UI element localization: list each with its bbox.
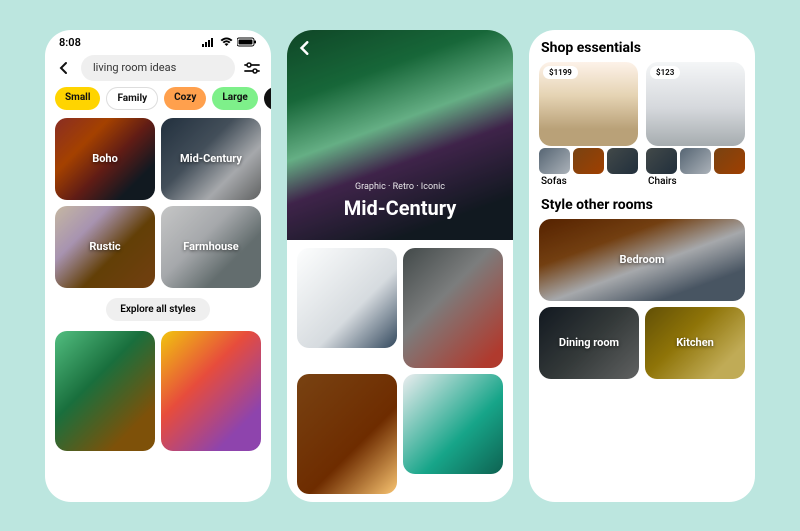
pin[interactable] bbox=[403, 374, 503, 474]
style-grid: Boho Mid-Century Rustic Farmhouse bbox=[45, 118, 271, 288]
search-input[interactable]: living room ideas bbox=[81, 55, 235, 81]
shop-thumbs bbox=[539, 148, 638, 174]
filter-chip-small[interactable]: Small bbox=[55, 87, 100, 110]
filter-button[interactable] bbox=[243, 61, 261, 75]
room-label: Kitchen bbox=[676, 336, 714, 349]
back-button[interactable] bbox=[297, 40, 313, 60]
rooms-grid: Bedroom Dining room Kitchen bbox=[529, 219, 755, 389]
shop-essentials-title: Shop essentials bbox=[529, 30, 755, 62]
chevron-left-icon bbox=[297, 40, 313, 56]
price-tag: $1199 bbox=[543, 66, 578, 79]
hero-image: Graphic · Retro · Iconic Mid-Century bbox=[287, 30, 513, 240]
style-tile-label: Mid-Century bbox=[180, 152, 242, 165]
feed-pin[interactable] bbox=[161, 331, 261, 451]
hero-text: Graphic · Retro · Iconic Mid-Century bbox=[298, 182, 501, 220]
wifi-icon bbox=[220, 37, 233, 47]
shop-item-chairs[interactable]: $123 Chairs bbox=[646, 62, 745, 187]
chevron-left-icon bbox=[57, 61, 71, 75]
style-tile-boho[interactable]: Boho bbox=[55, 118, 155, 200]
pin[interactable] bbox=[297, 374, 397, 494]
shop-thumb bbox=[714, 148, 745, 174]
pin-grid bbox=[287, 240, 513, 502]
screen-shop: Shop essentials $1199 Sofas $123 Chairs Sty… bbox=[529, 30, 755, 502]
filter-chip-family[interactable]: Family bbox=[106, 87, 158, 110]
filter-chip-large[interactable]: Large bbox=[212, 87, 257, 110]
style-tile-label: Rustic bbox=[89, 240, 120, 253]
room-tile-kitchen[interactable]: Kitchen bbox=[645, 307, 745, 379]
screen-detail: Graphic · Retro · Iconic Mid-Century bbox=[287, 30, 513, 502]
shop-thumb bbox=[539, 148, 570, 174]
pin[interactable] bbox=[297, 248, 397, 348]
pin[interactable] bbox=[403, 248, 503, 368]
feed-pin[interactable] bbox=[55, 331, 155, 451]
shop-thumb bbox=[646, 148, 677, 174]
filter-chip-cozy[interactable]: Cozy bbox=[164, 87, 206, 110]
sliders-icon bbox=[244, 61, 260, 75]
shop-row: $1199 Sofas $123 Chairs bbox=[529, 62, 755, 187]
signal-icon bbox=[202, 37, 216, 47]
explore-all-styles-button[interactable]: Explore all styles bbox=[106, 298, 210, 321]
shop-thumb bbox=[573, 148, 604, 174]
style-tile-mid-century[interactable]: Mid-Century bbox=[161, 118, 261, 200]
status-bar: 8:08 bbox=[45, 30, 271, 51]
status-time: 8:08 bbox=[59, 36, 81, 49]
room-label: Dining room bbox=[559, 336, 619, 349]
shop-item-sofas[interactable]: $1199 Sofas bbox=[539, 62, 638, 187]
screen-search: 8:08 living room ideas Small Family Cozy La… bbox=[45, 30, 271, 502]
shop-image: $123 bbox=[646, 62, 745, 146]
shop-label: Chairs bbox=[646, 176, 745, 187]
room-tile-bedroom[interactable]: Bedroom bbox=[539, 219, 745, 301]
hero-title: Mid-Century bbox=[298, 196, 501, 220]
search-row: living room ideas bbox=[45, 51, 271, 87]
filter-chip-layo[interactable]: Layo bbox=[264, 87, 271, 110]
style-tile-label: Farmhouse bbox=[183, 240, 238, 253]
style-tile-farmhouse[interactable]: Farmhouse bbox=[161, 206, 261, 288]
shop-image: $1199 bbox=[539, 62, 638, 146]
filter-chips: Small Family Cozy Large Layo bbox=[45, 87, 271, 118]
search-value: living room ideas bbox=[93, 61, 176, 74]
battery-icon bbox=[237, 37, 257, 47]
more-grid bbox=[45, 331, 271, 451]
shop-thumbs bbox=[646, 148, 745, 174]
style-rooms-title: Style other rooms bbox=[529, 187, 755, 219]
hero-subtitle: Graphic · Retro · Iconic bbox=[298, 182, 501, 192]
price-tag: $123 bbox=[650, 66, 680, 79]
style-tile-rustic[interactable]: Rustic bbox=[55, 206, 155, 288]
back-button[interactable] bbox=[55, 61, 73, 75]
style-tile-label: Boho bbox=[92, 152, 118, 165]
explore-label: Explore all styles bbox=[120, 304, 196, 315]
shop-thumb bbox=[607, 148, 638, 174]
room-tile-dining-room[interactable]: Dining room bbox=[539, 307, 639, 379]
shop-thumb bbox=[680, 148, 711, 174]
status-icons bbox=[202, 37, 257, 47]
room-label: Bedroom bbox=[620, 253, 665, 266]
shop-label: Sofas bbox=[539, 176, 638, 187]
